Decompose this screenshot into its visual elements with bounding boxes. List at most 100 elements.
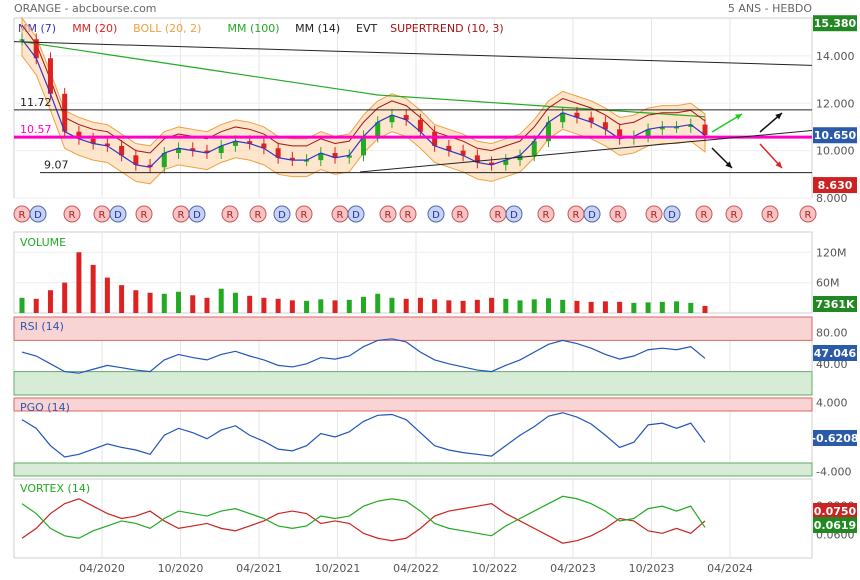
volume-bar (318, 299, 324, 313)
volume-bar (617, 301, 623, 313)
volume-bar (545, 298, 551, 313)
volume-bar (631, 302, 637, 313)
price-y-tick: 10.000 (816, 145, 855, 158)
volume-bar (460, 300, 466, 313)
volume-bar (119, 285, 125, 313)
marker-letter: R (19, 210, 26, 221)
chart-canvas: ORANGE - abcbourse.com 5 ANS - HEBDO 14.00… (13, 2, 859, 575)
dividend-marker: D (109, 205, 127, 223)
volume-bar (133, 290, 139, 313)
marker-letter: R (405, 210, 412, 221)
badge-high: 15.380 (813, 15, 857, 32)
volume-bar (19, 297, 25, 313)
level-label-low: 9.07 (44, 159, 69, 172)
volume-bar (218, 288, 224, 313)
volume-bar (47, 290, 53, 313)
report-marker: R (379, 205, 397, 223)
volume-bar (90, 264, 96, 313)
x-tick-label: 04/2024 (707, 562, 753, 575)
volume-bar (702, 305, 708, 313)
volume-y-tick: 120M (816, 246, 847, 259)
report-marker: R (221, 205, 239, 223)
report-marker: R (537, 205, 555, 223)
legend-item-1: MM (20) (72, 22, 117, 35)
badge-text: 0.0619 (814, 519, 856, 532)
x-tick-label: 04/2023 (550, 562, 596, 575)
volume-bar (446, 300, 452, 313)
rsi-badge: 47.046 (813, 345, 857, 361)
report-marker: R (93, 205, 111, 223)
price-y-tick: 8.000 (816, 192, 848, 205)
badge-low: 8.630 (813, 177, 857, 194)
arrow-down-red (759, 143, 783, 169)
legend-item-5: EVT (356, 22, 377, 35)
dividend-marker: D (505, 205, 523, 223)
marker-letter: R (178, 210, 185, 221)
volume-bar (304, 300, 310, 313)
volume-bar (659, 301, 665, 313)
volume-bar (375, 293, 381, 313)
trend-line-down (13, 41, 813, 66)
vortex-badge-pos: 0.0619 (813, 517, 857, 533)
report-marker: R (13, 205, 31, 223)
volume-bar (389, 297, 395, 313)
volume-bar (417, 297, 423, 313)
dividend-marker: D (29, 205, 47, 223)
marker-letter: D (668, 210, 676, 221)
pgo-grid (13, 397, 813, 477)
report-marker: R (799, 205, 817, 223)
volume-bar (247, 295, 253, 313)
volume-bar (33, 298, 39, 313)
x-tick-label: 04/2020 (79, 562, 125, 575)
price-y-tick: 12.000 (816, 97, 855, 110)
x-tick-label: 10/2021 (315, 562, 361, 575)
volume-bar (332, 300, 338, 313)
marker-letter: R (651, 210, 658, 221)
volume-bar (645, 302, 651, 313)
header-period: 5 ANS - HEBDO (728, 2, 812, 15)
volume-title: VOLUME (20, 236, 66, 249)
volume-bar (588, 301, 594, 313)
pgo-oversold-zone (13, 462, 813, 477)
badge-last: 10.650 (813, 127, 857, 144)
level-label-high: 11.72 (20, 96, 52, 109)
volume-bar (275, 298, 281, 313)
report-marker: R (451, 205, 469, 223)
marker-letter: R (255, 210, 262, 221)
marker-letter: D (114, 210, 122, 221)
pgo-title: PGO (14) (20, 401, 70, 414)
pgo-y-tick: -4.000 (816, 466, 851, 479)
report-marker: R (761, 205, 779, 223)
dividend-marker: D (427, 205, 445, 223)
x-tick-label: 04/2022 (393, 562, 439, 575)
marker-letter: D (510, 210, 518, 221)
marker-letter: R (615, 210, 622, 221)
report-marker: R (331, 205, 349, 223)
x-tick-label: 10/2020 (158, 562, 204, 575)
volume-bar (432, 299, 438, 313)
x-tick-label: 10/2023 (629, 562, 675, 575)
marker-letter: D (352, 210, 360, 221)
marker-letter: R (385, 210, 392, 221)
rsi-title: RSI (14) (20, 320, 64, 333)
vortex-badge-neg: 0.0750 (813, 503, 857, 519)
volume-bar (517, 300, 523, 313)
rsi-y-tick: 80.00 (816, 327, 848, 340)
price-legend: MM (7) MM (20) BOLL (20, 2) MM (100) MM (14)… (18, 22, 504, 35)
price-y-tick: 14.000 (816, 50, 855, 63)
marker-letter: D (34, 210, 42, 221)
volume-bar (560, 299, 566, 313)
legend-item-6: SUPERTREND (10, 3) (390, 22, 504, 35)
report-marker: R (489, 205, 507, 223)
vortex-line-1 (21, 495, 706, 539)
pgo-overbought-zone (13, 397, 813, 412)
rsi-oversold-zone (13, 371, 813, 396)
marker-letter: R (767, 210, 774, 221)
marker-letter: D (432, 210, 440, 221)
x-axis: 04/2020 10/2020 04/2021 10/2021 04/2022 10/20… (79, 562, 753, 575)
volume-bar (346, 299, 352, 313)
marker-letter: R (731, 210, 738, 221)
badge-text: 7361K (815, 298, 855, 311)
marker-letter: D (193, 210, 201, 221)
marker-letter: R (573, 210, 580, 221)
